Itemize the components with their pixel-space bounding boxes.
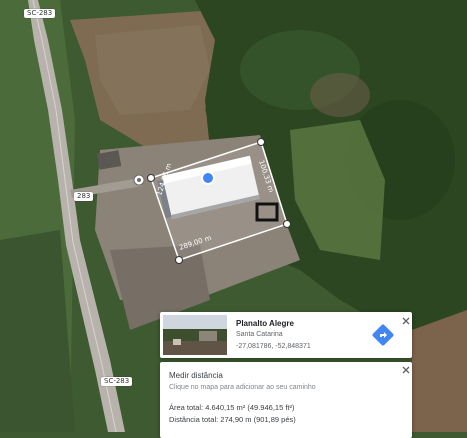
road-label: SC-283: [24, 9, 56, 18]
measure-vertex[interactable]: [147, 174, 155, 182]
place-thumbnail[interactable]: [163, 315, 227, 355]
close-icon: [402, 317, 410, 325]
field-bottom-right: [412, 310, 467, 432]
location-marker[interactable]: [201, 171, 215, 185]
clearing-patch: [310, 73, 370, 117]
measure-vertex[interactable]: [175, 256, 183, 264]
place-card[interactable]: Planalto Alegre Santa Catarina -27,08178…: [160, 312, 412, 358]
measure-title: Medir distância: [169, 371, 223, 380]
directions-icon: [372, 324, 394, 346]
measure-vertex[interactable]: [257, 138, 265, 146]
place-coordinates: -27,081786, -52,848371: [236, 343, 311, 350]
directions-button[interactable]: [371, 323, 395, 347]
total-distance: Distância total: 274,90 m (901,89 pés): [169, 415, 296, 424]
close-button[interactable]: [400, 314, 412, 326]
measure-vertex[interactable]: [283, 220, 291, 228]
measure-distance-card: Medir distância Clique no mapa para adic…: [160, 362, 412, 438]
map-pin-dot: [137, 178, 141, 182]
measure-hint: Clique no mapa para adicionar ao seu cam…: [169, 384, 316, 391]
total-area: Área total: 4.640,15 m² (49.946,15 ft²): [169, 403, 295, 412]
place-subtitle: Santa Catarina: [236, 331, 283, 338]
road-label: 283: [74, 192, 94, 201]
close-icon: [402, 366, 410, 374]
close-button[interactable]: [400, 363, 412, 375]
place-title: Planalto Alegre: [236, 319, 294, 328]
road-label: SC-283: [101, 377, 133, 386]
